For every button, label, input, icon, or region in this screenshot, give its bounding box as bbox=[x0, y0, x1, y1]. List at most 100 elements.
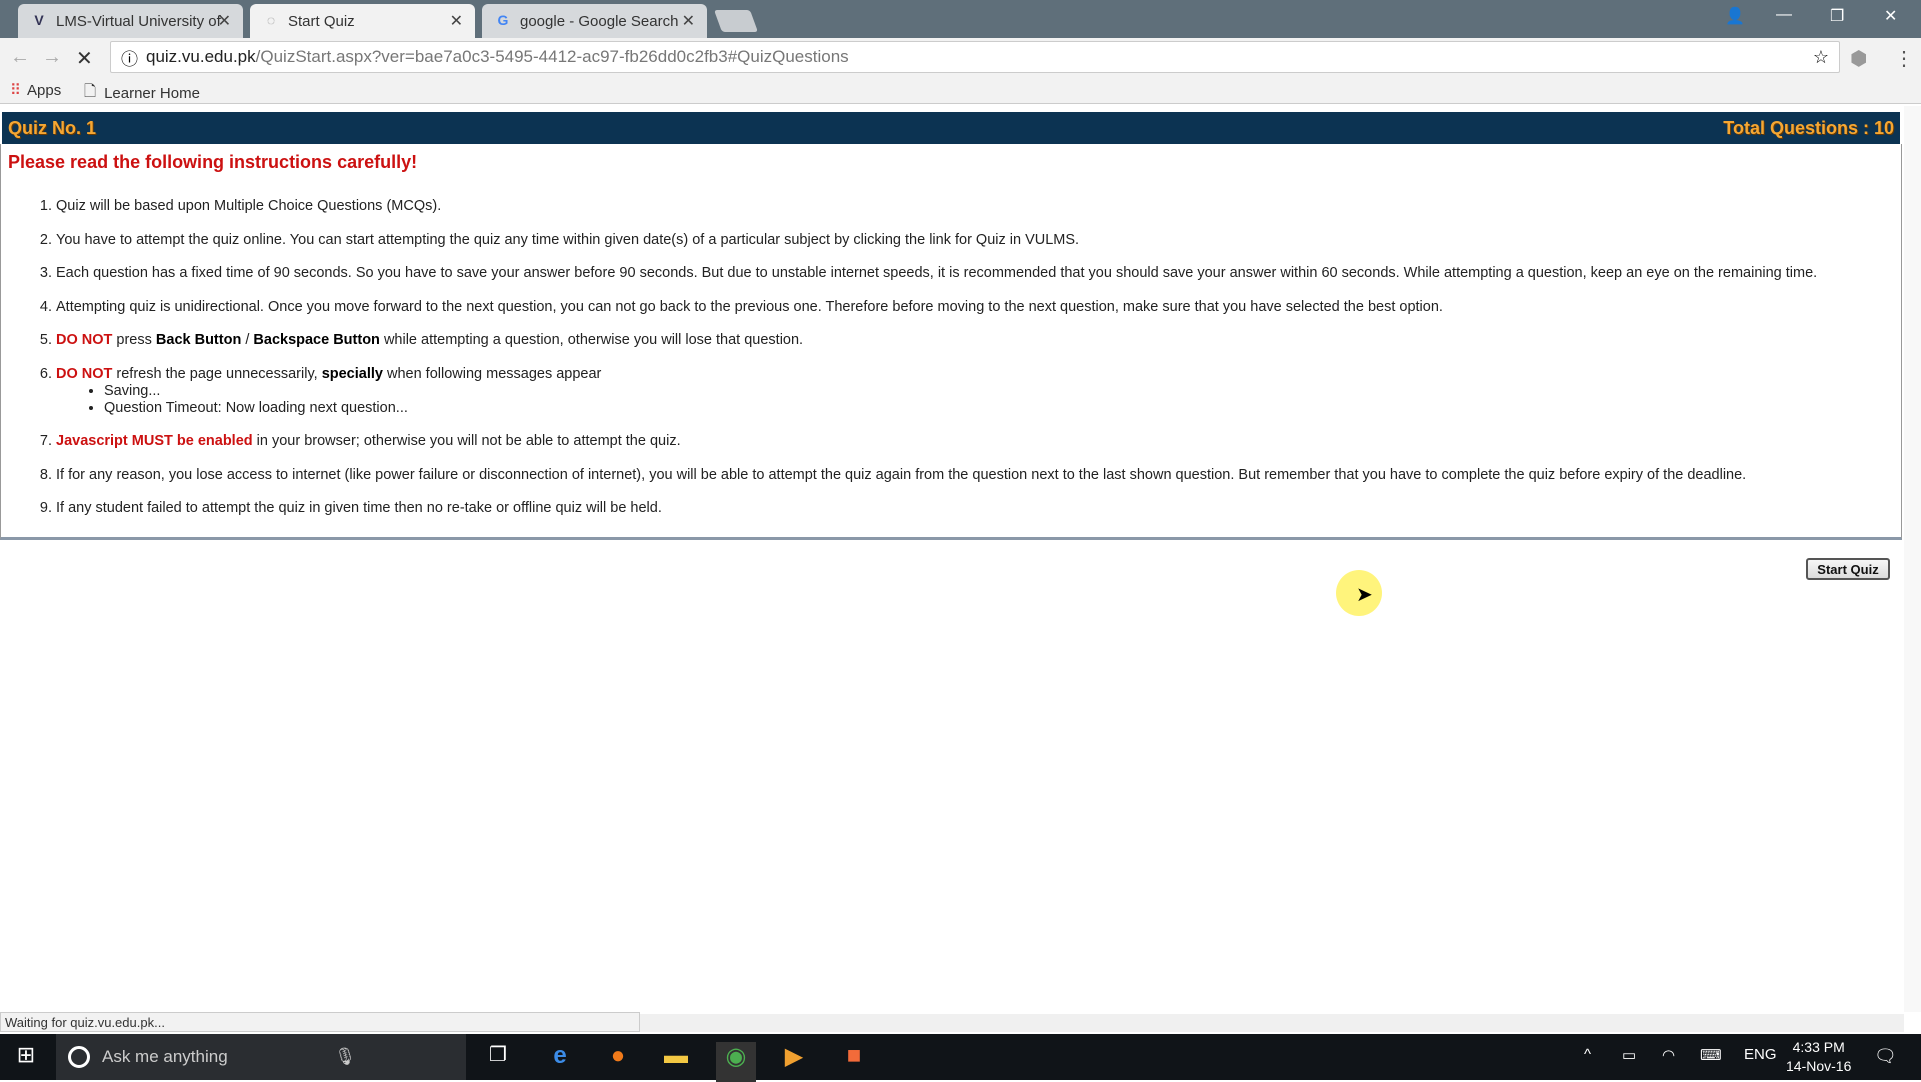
action-center-icon[interactable]: 🗨 bbox=[1874, 1046, 1897, 1067]
restore-icon[interactable]: ❐ bbox=[1830, 6, 1844, 26]
instruction-text: If for any reason, you lose access to in… bbox=[56, 466, 1747, 483]
bold-text: Back Button bbox=[155, 332, 242, 348]
stop-icon[interactable]: ✕ bbox=[76, 46, 93, 71]
cursor-highlight: ➤ bbox=[1336, 570, 1382, 616]
tab-lms[interactable]: V LMS-Virtual University of ✕ bbox=[18, 4, 243, 38]
bookmark-apps[interactable]: ⠿ Apps bbox=[10, 81, 62, 100]
close-icon[interactable]: ✕ bbox=[450, 11, 463, 31]
browser-toolbar: ← → ✕ ⓘ quiz.vu.edu.pk/QuizStart.aspx?ve… bbox=[0, 38, 1921, 76]
edge-icon[interactable]: e bbox=[540, 1042, 580, 1070]
bookmark-label: Learner Home bbox=[104, 85, 200, 102]
instruction-item: Attempting quiz is unidirectional. Once … bbox=[56, 299, 1896, 316]
warning-text: DO NOT bbox=[56, 365, 113, 382]
warning-text: DO NOT bbox=[56, 332, 113, 348]
total-questions: Total Questions : 10 bbox=[1723, 117, 1894, 138]
bookmark-label: Apps bbox=[27, 81, 62, 99]
tab-label: google - Google Search bbox=[520, 12, 679, 30]
instruction-text: Attempting quiz is unidirectional. Once … bbox=[56, 298, 1443, 315]
quiz-header: Quiz No. 1 Total Questions : 10 bbox=[2, 112, 1900, 144]
minimize-icon[interactable]: — bbox=[1776, 6, 1792, 24]
microphone-icon[interactable]: 🎙 bbox=[334, 1047, 356, 1067]
google-favicon: G bbox=[497, 12, 509, 28]
firefox-icon[interactable]: ● bbox=[598, 1042, 638, 1070]
instruction-item: Quiz will be based upon Multiple Choice … bbox=[56, 198, 1896, 215]
task-view-icon[interactable]: ❐ bbox=[478, 1042, 518, 1067]
tab-label: LMS-Virtual University of bbox=[56, 12, 221, 30]
instruction-text: You have to attempt the quiz online. You… bbox=[56, 231, 1080, 248]
loading-spinner-icon: ◌ bbox=[266, 12, 276, 28]
tab-start-quiz[interactable]: ◌ Start Quiz ✕ bbox=[250, 4, 475, 38]
instructions-list: Quiz will be based upon Multiple Choice … bbox=[56, 198, 1896, 534]
cortana-icon bbox=[68, 1046, 90, 1068]
extension-icon[interactable]: ⬢ bbox=[1850, 46, 1867, 71]
status-bar: Waiting for quiz.vu.edu.pk... bbox=[0, 1012, 640, 1032]
star-icon[interactable]: ☆ bbox=[1813, 47, 1829, 68]
url-path: /QuizStart.aspx?ver=bae7a0c3-5495-4412-a… bbox=[255, 47, 849, 66]
warning-text: Javascript MUST be enabled bbox=[56, 433, 253, 449]
url-host: quiz.vu.edu.pk bbox=[146, 47, 256, 66]
forward-icon[interactable]: → bbox=[42, 46, 62, 69]
back-icon[interactable]: ← bbox=[10, 46, 30, 69]
close-window-icon[interactable]: ✕ bbox=[1884, 6, 1897, 26]
clock[interactable]: 4:33 PM 14-Nov-16 bbox=[1786, 1038, 1851, 1076]
cortana-search[interactable]: Ask me anything 🎙 bbox=[56, 1034, 466, 1080]
instruction-item: DO NOT press Back Button / Backspace But… bbox=[56, 332, 1896, 349]
profile-icon[interactable]: 👤 bbox=[1725, 6, 1745, 26]
instruction-text: in your browser; otherwise you will not … bbox=[252, 433, 681, 449]
mouse-pointer-icon: ➤ bbox=[1356, 584, 1373, 606]
horizontal-scrollbar[interactable] bbox=[640, 1014, 1904, 1032]
instruction-text: Each question has a fixed time of 90 sec… bbox=[56, 265, 1818, 281]
language-indicator[interactable]: ENG bbox=[1744, 1046, 1777, 1063]
instruction-text: while attempting a question, otherwise y… bbox=[379, 332, 804, 348]
instruction-item: Javascript MUST be enabled in your brows… bbox=[56, 433, 1896, 450]
app-icon[interactable]: ■ bbox=[834, 1042, 874, 1070]
page-icon: 🗋 bbox=[84, 83, 97, 100]
instruction-text: press bbox=[112, 332, 156, 348]
instruction-item: Each question has a fixed time of 90 sec… bbox=[56, 265, 1896, 282]
instruction-text: refresh the page unnecessarily, bbox=[112, 365, 322, 382]
message-item: Saving... bbox=[104, 383, 1896, 400]
wifi-icon[interactable]: ◠ bbox=[1662, 1046, 1675, 1064]
file-explorer-icon[interactable]: ▬ bbox=[656, 1042, 696, 1070]
close-icon[interactable]: ✕ bbox=[682, 11, 695, 31]
menu-icon[interactable]: ⋮ bbox=[1894, 46, 1914, 71]
instruction-text: Quiz will be based upon Multiple Choice … bbox=[56, 198, 442, 214]
instructions-box: Please read the following instructions c… bbox=[0, 144, 1902, 540]
info-icon[interactable]: ⓘ bbox=[121, 45, 138, 70]
message-list: Saving...Question Timeout: Now loading n… bbox=[104, 383, 1896, 417]
time: 4:33 PM bbox=[1792, 1039, 1845, 1055]
chrome-icon[interactable]: ◉ bbox=[716, 1042, 756, 1082]
instruction-text: when following messages appear bbox=[382, 365, 602, 382]
bookmark-learner-home[interactable]: 🗋 Learner Home bbox=[84, 81, 200, 106]
date: 14-Nov-16 bbox=[1786, 1058, 1852, 1074]
bookmarks-bar: ⠿ Apps 🗋 Learner Home bbox=[0, 76, 1921, 104]
bold-text: Backspace Button bbox=[253, 332, 380, 348]
media-player-icon[interactable]: ▶ bbox=[774, 1042, 814, 1071]
quiz-title: Quiz No. 1 bbox=[8, 117, 97, 138]
tab-label: Start Quiz bbox=[288, 12, 355, 30]
apps-grid-icon: ⠿ bbox=[10, 82, 21, 99]
windows-start-icon[interactable]: ⊞ bbox=[6, 1042, 46, 1068]
show-hidden-icons[interactable]: ^ bbox=[1584, 1046, 1591, 1063]
taskbar: ⊞ Ask me anything 🎙 ❐ e ● ▬ ◉ ▶ ■ ^ ▭ ◠ ⌨… bbox=[0, 1034, 1921, 1082]
new-tab-button[interactable] bbox=[713, 10, 759, 32]
search-placeholder: Ask me anything bbox=[102, 1047, 228, 1066]
address-bar[interactable]: ⓘ quiz.vu.edu.pk/QuizStart.aspx?ver=bae7… bbox=[110, 41, 1840, 73]
instruction-text: / bbox=[241, 332, 254, 348]
keyboard-icon[interactable]: ⌨ bbox=[1700, 1046, 1722, 1064]
instruction-item: DO NOT refresh the page unnecessarily, s… bbox=[56, 366, 1896, 417]
instruction-item: You have to attempt the quiz online. You… bbox=[56, 232, 1896, 249]
vertical-scrollbar[interactable] bbox=[1904, 106, 1921, 1012]
instruction-text: If any student failed to attempt the qui… bbox=[56, 500, 662, 516]
battery-icon[interactable]: ▭ bbox=[1622, 1046, 1636, 1064]
instruction-item: If for any reason, you lose access to in… bbox=[56, 467, 1896, 484]
instructions-heading: Please read the following instructions c… bbox=[8, 152, 418, 172]
bold-text: specially bbox=[321, 365, 383, 382]
start-quiz-button[interactable]: Start Quiz bbox=[1806, 558, 1890, 580]
lms-favicon: V bbox=[34, 12, 44, 28]
message-item: Question Timeout: Now loading next quest… bbox=[104, 400, 1896, 417]
tab-bar: V LMS-Virtual University of ✕ ◌ Start Qu… bbox=[0, 0, 1921, 38]
close-icon[interactable]: ✕ bbox=[218, 11, 231, 31]
page-content: Quiz No. 1 Total Questions : 10 Please r… bbox=[0, 106, 1904, 1010]
tab-google[interactable]: G google - Google Search ✕ bbox=[482, 4, 707, 38]
